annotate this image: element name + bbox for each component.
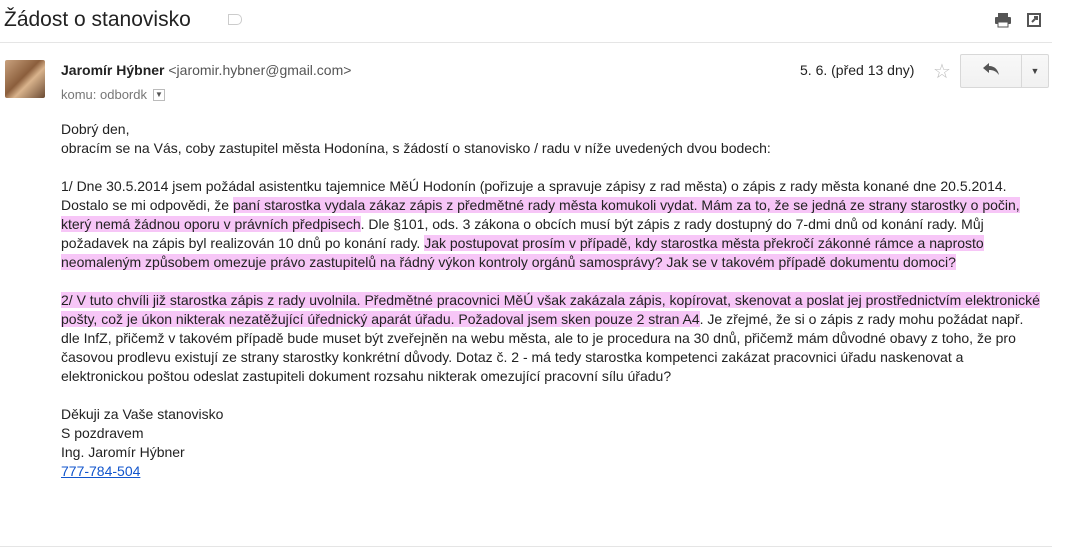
chevron-down-icon[interactable]: ▼ [153, 88, 165, 101]
recipient-line: komu: odbordk ▼ [61, 87, 165, 102]
chevron-down-icon: ▼ [1030, 66, 1040, 76]
sender-name[interactable]: Jaromír Hýbner [61, 62, 164, 78]
email-subject: Žádost o stanovisko [4, 8, 191, 31]
open-in-new-window-icon[interactable] [1026, 12, 1044, 28]
sender: Jaromír Hýbner <jaromir.hybner@gmail.com… [61, 62, 351, 78]
reply-icon [982, 62, 1000, 81]
avatar[interactable] [5, 60, 45, 98]
regards-text: S pozdravem [61, 425, 144, 441]
paragraph-2: 2/ V tuto chvíli již starostka zápis z r… [61, 291, 1041, 386]
email-date: 5. 6. (před 13 dny) [800, 62, 915, 78]
body-opening: Dobrý den, obracím se na Vás, coby zastu… [61, 120, 1041, 158]
star-icon[interactable]: ☆ [933, 59, 951, 84]
more-actions-button[interactable]: ▼ [1022, 55, 1048, 87]
recipient-label: komu: odbordk [61, 87, 147, 102]
reply-button[interactable] [961, 55, 1022, 87]
closing: Děkuji za Vaše stanovisko S pozdravem In… [61, 405, 1041, 481]
greeting: Dobrý den, [61, 121, 130, 137]
reply-button-group: ▼ [960, 54, 1049, 88]
print-icon[interactable] [994, 12, 1012, 28]
phone-link[interactable]: 777-784-504 [61, 463, 140, 479]
footer-divider [0, 546, 1052, 547]
header-actions [994, 12, 1044, 28]
sender-email: <jaromir.hybner@gmail.com> [168, 62, 352, 78]
email-body: Dobrý den, obracím se na Vás, coby zastu… [61, 120, 1041, 500]
intro-text: obracím se na Vás, coby zastupitel města… [61, 140, 771, 156]
paragraph-1: 1/ Dne 30.5.2014 jsem požádal asistentku… [61, 177, 1041, 272]
label-tag-icon[interactable] [228, 14, 242, 25]
thanks-text: Děkuji za Vaše stanovisko [61, 406, 224, 422]
signature-name: Ing. Jaromír Hýbner [61, 444, 185, 460]
header-divider [0, 42, 1052, 43]
